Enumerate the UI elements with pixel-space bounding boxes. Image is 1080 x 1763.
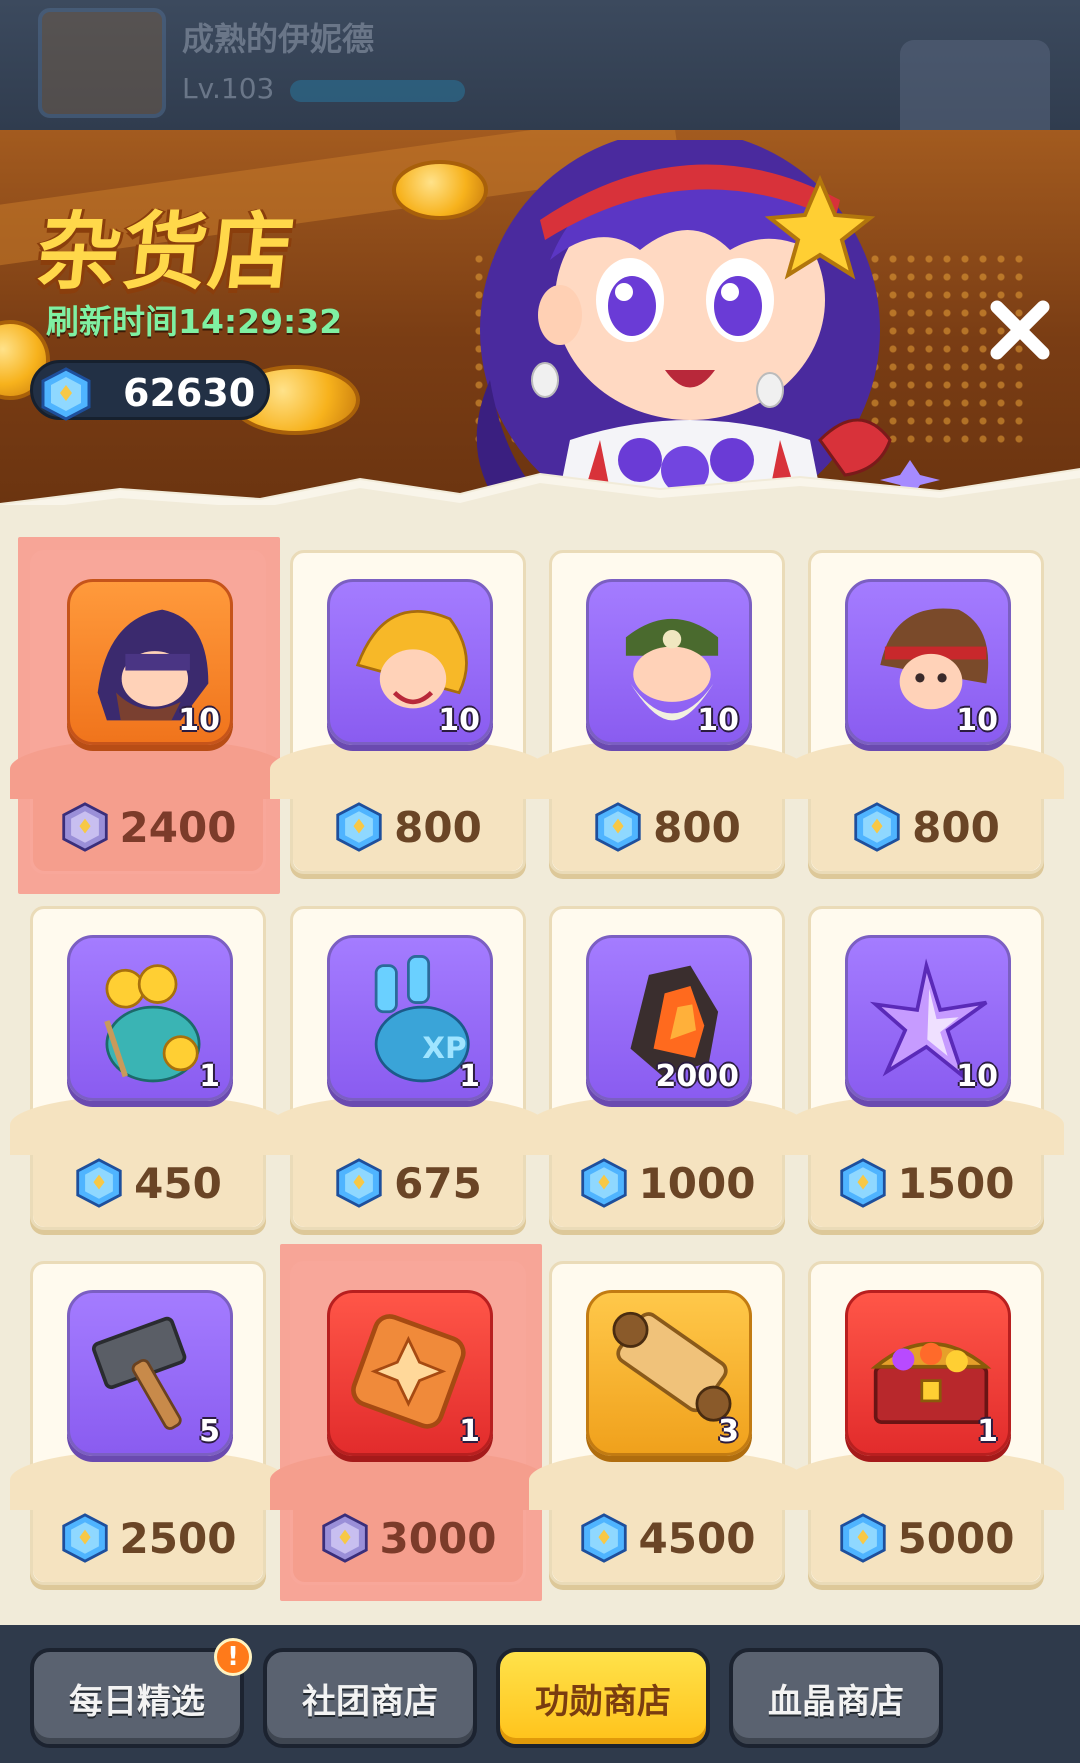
shop-tab-bar: 每日精选 社团商店 功勋商店 血晶商店 bbox=[0, 1625, 1080, 1763]
merit-gem-icon bbox=[854, 802, 900, 852]
item-price-value: 1500 bbox=[897, 1158, 1015, 1208]
item-quantity: 5 bbox=[199, 1414, 220, 1449]
shop-item-card[interactable]: 2000 1000 bbox=[529, 906, 805, 1230]
player-level: Lv.103 bbox=[182, 72, 275, 105]
item-price: 450 bbox=[33, 1153, 263, 1213]
shop-item-card[interactable]: 3 4500 bbox=[529, 1261, 805, 1585]
tab-club-shop[interactable]: 社团商店 bbox=[263, 1648, 477, 1748]
item-price-value: 800 bbox=[653, 802, 741, 852]
merit-gem-icon bbox=[76, 1158, 122, 1208]
item-price: 5000 bbox=[811, 1508, 1041, 1568]
item-icon-frame: 10 bbox=[67, 579, 233, 745]
item-icon-frame: 10 bbox=[845, 935, 1011, 1101]
refresh-timer: 刷新时间14:29:32 bbox=[46, 295, 342, 343]
item-quantity: 1 bbox=[977, 1414, 998, 1449]
item-icon-frame: 1 bbox=[327, 1290, 493, 1456]
item-icon-frame: 1 bbox=[845, 1290, 1011, 1456]
shop-item-card[interactable]: 1 5000 bbox=[788, 1261, 1064, 1585]
shop-keeper-character bbox=[476, 140, 940, 510]
shop-item-card[interactable]: 10 2400 bbox=[10, 550, 286, 874]
item-icon-frame: 5 bbox=[67, 1290, 233, 1456]
merit-gem-icon bbox=[580, 1513, 627, 1563]
item-price-value: 1000 bbox=[638, 1158, 756, 1208]
item-quantity: 10 bbox=[956, 703, 998, 738]
shop-item-card[interactable]: 10 800 bbox=[529, 550, 805, 874]
item-price-value: 3000 bbox=[379, 1513, 497, 1563]
item-price: 1000 bbox=[552, 1153, 782, 1213]
merit-gem-icon bbox=[839, 1158, 886, 1208]
tab-blood-crystal-shop[interactable]: 血晶商店 bbox=[729, 1648, 943, 1748]
player-exp-bar bbox=[290, 80, 465, 102]
merit-gem-icon bbox=[336, 1158, 382, 1208]
item-icon-frame: 2000 bbox=[586, 935, 752, 1101]
item-icon-frame: 1 bbox=[67, 935, 233, 1101]
refresh-time: 14:29:32 bbox=[178, 302, 343, 341]
close-icon[interactable] bbox=[985, 295, 1055, 365]
item-price: 800 bbox=[552, 797, 782, 857]
item-price: 1500 bbox=[811, 1153, 1041, 1213]
item-icon-frame: 10 bbox=[586, 579, 752, 745]
item-price-value: 5000 bbox=[897, 1513, 1015, 1563]
item-quantity: 3 bbox=[718, 1414, 739, 1449]
currency-amount: 62630 bbox=[123, 371, 256, 415]
shop-item-card[interactable]: 10 800 bbox=[788, 550, 1064, 874]
item-price: 800 bbox=[293, 797, 523, 857]
merit-gem-icon bbox=[321, 1513, 368, 1563]
item-price-value: 800 bbox=[912, 802, 1000, 852]
shop-item-card[interactable]: 5 2500 bbox=[10, 1261, 286, 1585]
player-avatar bbox=[38, 8, 166, 118]
shop-item-card[interactable]: 1 3000 bbox=[270, 1261, 546, 1585]
merit-gem-icon bbox=[336, 802, 382, 852]
shop-item-card[interactable]: 10 1500 bbox=[788, 906, 1064, 1230]
item-quantity: 1 bbox=[459, 1414, 480, 1449]
refresh-label: 刷新时间 bbox=[46, 302, 178, 341]
item-quantity: 10 bbox=[956, 1059, 998, 1094]
item-price-value: 675 bbox=[394, 1158, 482, 1208]
item-price-value: 450 bbox=[134, 1158, 222, 1208]
item-quantity: 2000 bbox=[655, 1059, 740, 1094]
item-icon-frame: 3 bbox=[586, 1290, 752, 1456]
merit-gem-icon bbox=[61, 1513, 108, 1563]
item-price: 2400 bbox=[33, 797, 263, 857]
item-quantity: 10 bbox=[178, 703, 220, 738]
item-price: 4500 bbox=[552, 1508, 782, 1568]
shop-item-card[interactable]: 1 450 bbox=[10, 906, 286, 1230]
item-quantity: 10 bbox=[697, 703, 739, 738]
item-price: 2500 bbox=[33, 1508, 263, 1568]
currency-display: 62630 bbox=[30, 360, 270, 421]
merit-gem-icon bbox=[41, 367, 91, 421]
tab-merit-shop[interactable]: 功勋商店 bbox=[496, 1648, 710, 1748]
merit-gem-icon bbox=[595, 802, 641, 852]
notification-badge: ! bbox=[214, 1638, 252, 1676]
tab-daily-picks[interactable]: 每日精选 bbox=[30, 1648, 244, 1748]
item-quantity: 10 bbox=[438, 703, 480, 738]
item-price-value: 2500 bbox=[119, 1513, 237, 1563]
shop-item-card[interactable]: XP 1 675 bbox=[270, 906, 546, 1230]
item-price: 800 bbox=[811, 797, 1041, 857]
shop-item-card[interactable]: 10 800 bbox=[270, 550, 546, 874]
player-name: 成熟的伊妮德 bbox=[182, 20, 375, 58]
item-quantity: 1 bbox=[199, 1059, 220, 1094]
item-price: 675 bbox=[293, 1153, 523, 1213]
item-quantity: 1 bbox=[459, 1059, 480, 1094]
item-price-value: 2400 bbox=[119, 802, 237, 852]
shop-title: 杂货店 bbox=[32, 203, 301, 301]
item-icon-frame: 10 bbox=[327, 579, 493, 745]
merit-gem-icon bbox=[61, 802, 108, 852]
item-icon-frame: XP 1 bbox=[327, 935, 493, 1101]
item-price: 3000 bbox=[293, 1508, 523, 1568]
item-price-value: 4500 bbox=[638, 1513, 756, 1563]
shop-banner: 杂货店 刷新时间14:29:32 62630 bbox=[0, 130, 1080, 510]
item-icon-frame: 10 bbox=[845, 579, 1011, 745]
player-info-strip: 成熟的伊妮德 Lv.103 bbox=[0, 0, 1080, 150]
merit-gem-icon bbox=[839, 1513, 886, 1563]
item-price-value: 800 bbox=[394, 802, 482, 852]
merit-gem-icon bbox=[580, 1158, 627, 1208]
